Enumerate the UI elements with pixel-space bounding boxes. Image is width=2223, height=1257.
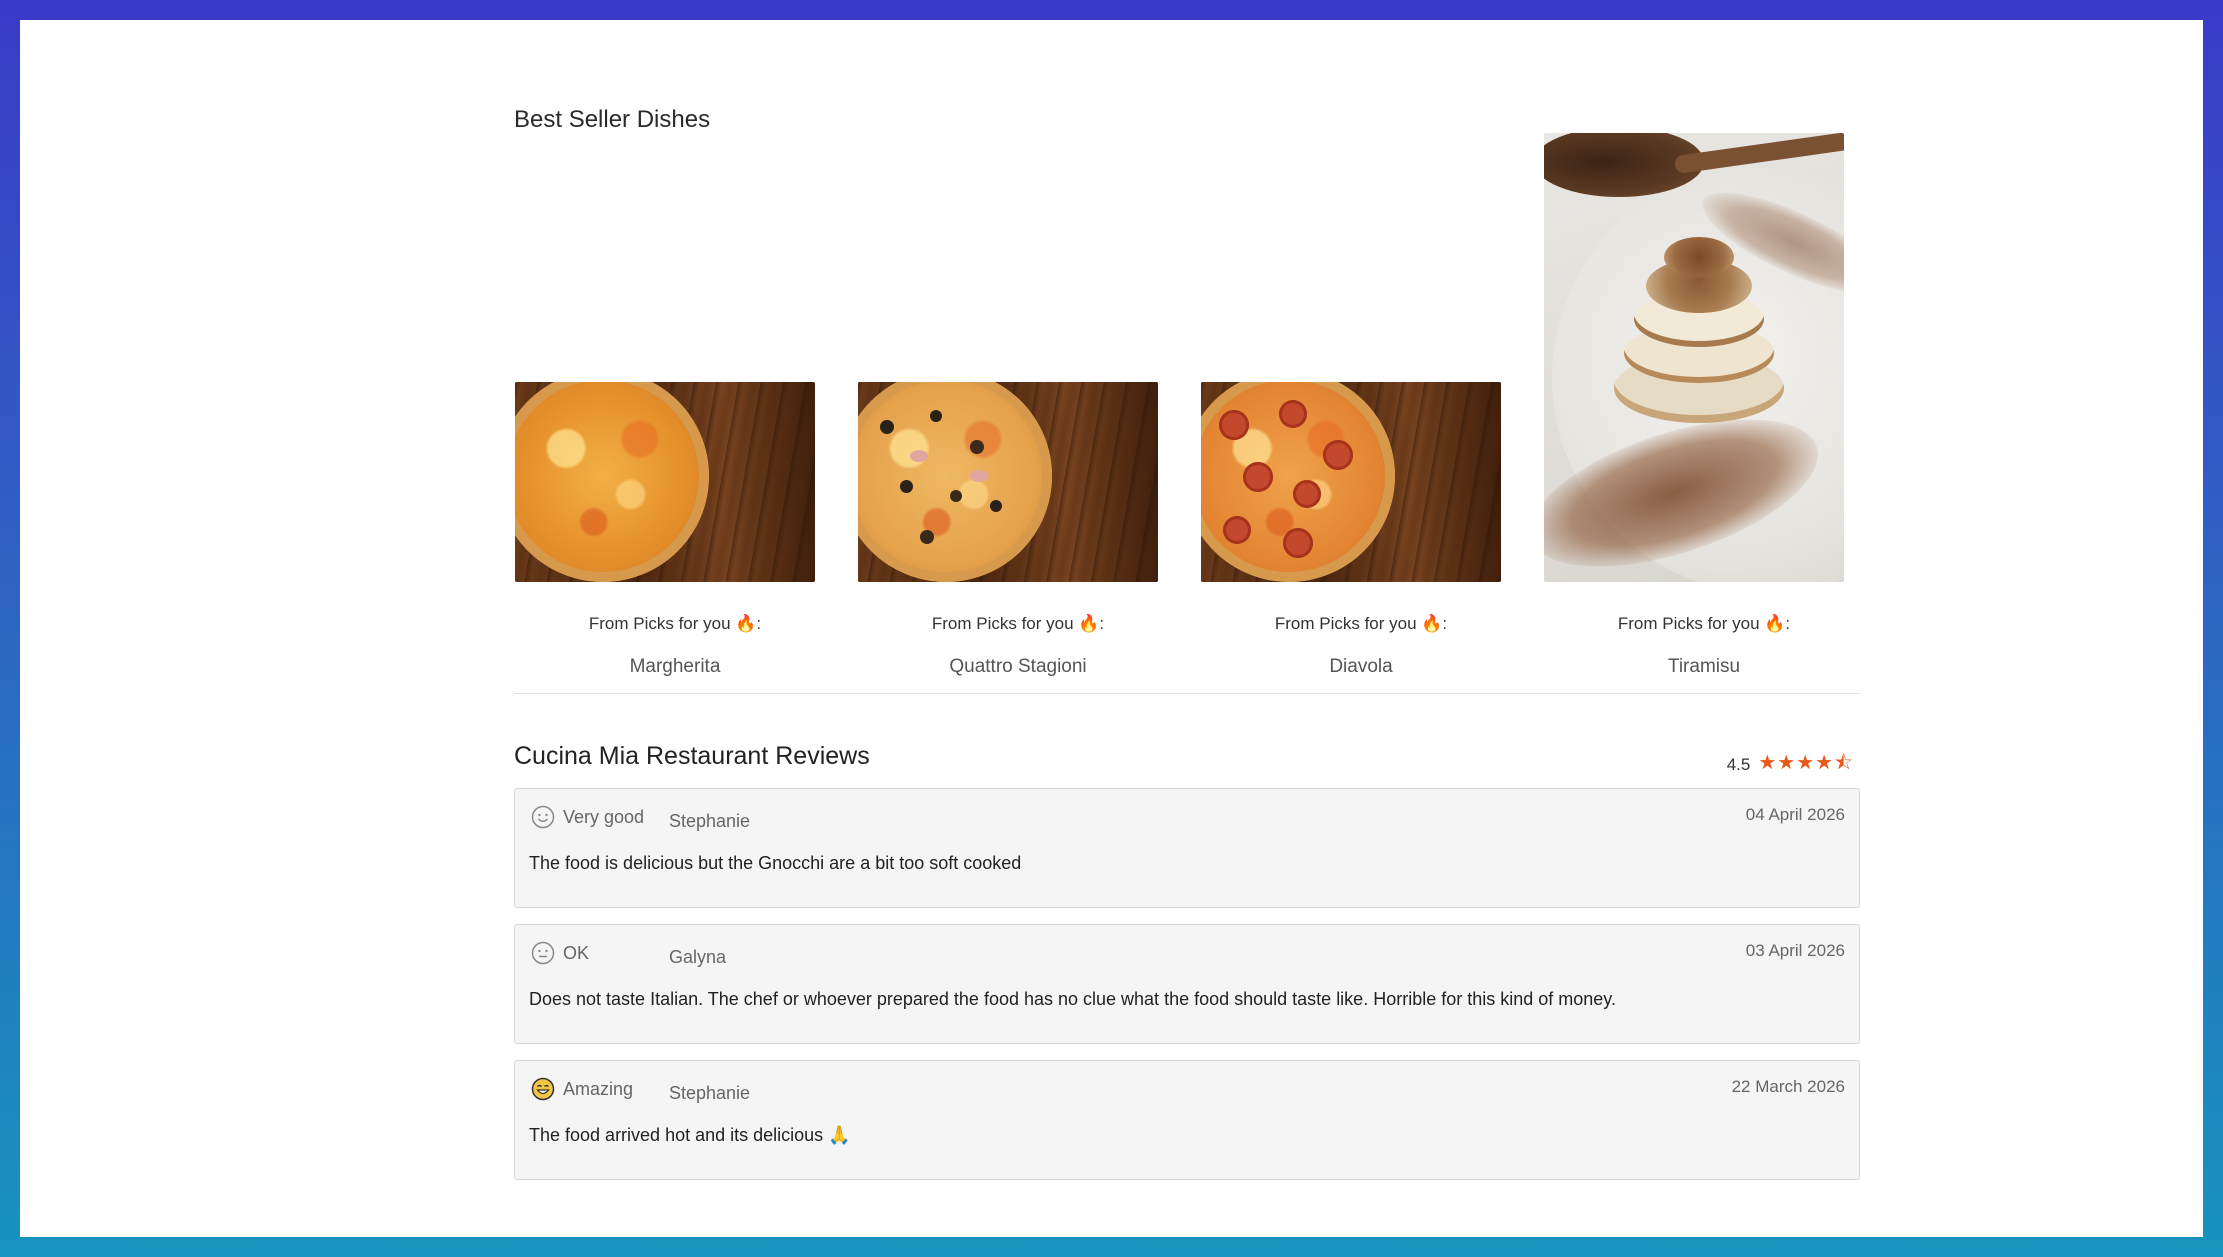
rating-stars-icon: ★★★★⯪ [1758,752,1854,774]
review-date: 04 April 2026 [1745,805,1845,824]
smile-face-icon [531,805,555,829]
main-content: Best Seller Dishes From Picks for you 🔥:… [494,20,1860,1237]
review-text: Does not taste Italian. The chef or whoe… [529,989,1616,1009]
pick-label: From Picks for you 🔥: [588,614,762,633]
dish-name[interactable]: Quattro Stagioni [858,656,1178,678]
review-card: Very good Stephanie 04 April 2026 The fo… [514,788,1860,908]
neutral-face-icon [531,941,555,965]
review-card: Amazing Stephanie 22 March 2026 The food… [514,1060,1860,1180]
dish-name[interactable]: Diavola [1201,656,1521,678]
reviews-title: Cucina Mia Restaurant Reviews [514,742,870,770]
review-author: Stephanie [669,1083,751,1103]
pick-label: From Picks for you 🔥: [1617,614,1791,633]
review-author: Galyna [669,947,727,967]
section-divider [514,693,1860,694]
review-text: The food arrived hot and its delicious 🙏 [529,1125,851,1145]
tiramisu-image[interactable] [1544,133,1844,582]
page: Best Seller Dishes From Picks for you 🔥:… [20,20,2203,1237]
review-sentiment: Very good [531,805,644,829]
sentiment-label: Very good [563,806,645,827]
review-sentiment: Amazing [531,1077,633,1101]
review-card: OK Galyna 03 April 2026 Does not taste I… [514,924,1860,1044]
review-author: Stephanie [669,811,751,831]
review-date: 22 March 2026 [1731,1077,1845,1096]
dish-name[interactable]: Margherita [515,656,835,678]
sentiment-label: OK [563,942,590,963]
review-sentiment: OK [531,941,589,965]
sentiment-label: Amazing [563,1078,634,1099]
rating-value: 4.5 [1726,755,1751,774]
best-seller-list: From Picks for you 🔥: Margherita From Pi… [494,20,1860,720]
overall-rating: 4.5 ★★★★⯪ [1727,748,1854,782]
pizza-quattro-stagioni-image[interactable] [858,382,1158,582]
pizza-margherita-image[interactable] [515,382,815,582]
review-date: 03 April 2026 [1745,941,1845,960]
grin-face-icon [531,1077,555,1101]
pick-label: From Picks for you 🔥: [1274,614,1448,633]
pick-label: From Picks for you 🔥: [931,614,1105,633]
review-text: The food is delicious but the Gnocchi ar… [529,853,1022,873]
pizza-diavola-image[interactable] [1201,382,1501,582]
dish-name[interactable]: Tiramisu [1544,656,1864,678]
